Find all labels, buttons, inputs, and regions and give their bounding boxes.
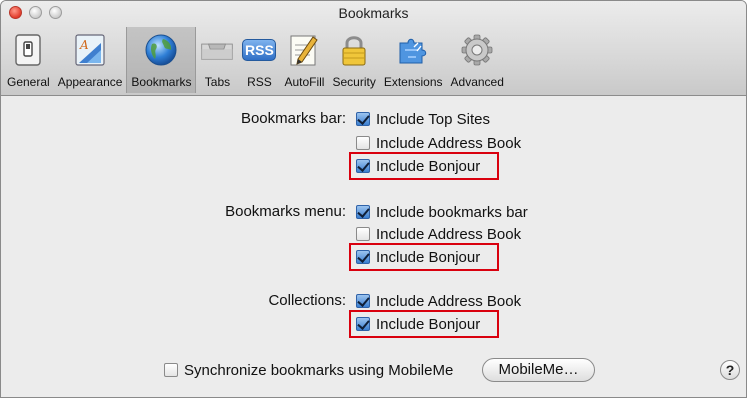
checkbox-label: Include Top Sites — [376, 110, 490, 128]
checkbox[interactable] — [356, 205, 370, 219]
tab-security-label: Security — [332, 75, 376, 89]
puzzle-icon — [396, 33, 430, 67]
globe-icon — [144, 33, 178, 67]
checkbox-label: Synchronize bookmarks using MobileMe — [184, 361, 454, 379]
tab-appearance[interactable]: A Appearance — [54, 27, 127, 93]
checkbox-label: Include Address Book — [376, 292, 522, 310]
mobileme-button[interactable]: MobileMe… — [482, 358, 595, 382]
tab-advanced-label: Advanced — [450, 75, 504, 89]
tab-autofill[interactable]: AutoFill — [280, 27, 328, 93]
gear-icon — [460, 33, 494, 67]
bookmarks-menu-bookmarks-bar-checkbox[interactable]: Include bookmarks bar — [356, 202, 528, 222]
tab-advanced[interactable]: Advanced — [447, 27, 508, 93]
tab-general-label: General — [7, 75, 50, 89]
tabs-icon — [200, 33, 234, 67]
bookmarks-panel: Bookmarks bar: Include Top Sites Include… — [1, 96, 746, 397]
tab-rss[interactable]: RSS RSS — [238, 27, 280, 93]
bookmarks-bar-top-sites-checkbox[interactable]: Include Top Sites — [356, 109, 490, 129]
tab-extensions-label: Extensions — [383, 75, 443, 89]
tab-extensions[interactable]: Extensions — [380, 27, 447, 93]
bookmarks-bar-label: Bookmarks bar: — [240, 110, 346, 127]
collections-label: Collections: — [268, 292, 346, 309]
rss-icon: RSS — [242, 33, 277, 67]
pencil-icon — [287, 33, 321, 67]
appearance-icon: A — [73, 33, 107, 67]
highlight-box — [349, 310, 499, 338]
sync-mobileme-checkbox[interactable]: Synchronize bookmarks using MobileMe — [164, 360, 453, 380]
preferences-toolbar: General A Appearance Bookmarks Tabs RSS … — [3, 27, 508, 95]
bookmarks-menu-label: Bookmarks menu: — [225, 203, 346, 220]
preferences-window: Bookmarks General A Appearance Bookmarks — [0, 0, 747, 398]
checkbox[interactable] — [164, 363, 178, 377]
title-bar: Bookmarks General A Appearance Bookmarks — [1, 1, 746, 96]
bookmarks-bar-address-book-checkbox[interactable]: Include Address Book — [356, 133, 521, 153]
tab-tabs-label: Tabs — [204, 75, 231, 89]
rss-icon-text: RSS — [242, 39, 277, 61]
switch-icon — [11, 33, 45, 67]
tab-bookmarks[interactable]: Bookmarks — [126, 27, 197, 93]
checkbox-label: Include Address Book — [376, 134, 522, 152]
checkbox[interactable] — [356, 294, 370, 308]
highlight-box — [349, 152, 499, 180]
tab-general[interactable]: General — [3, 27, 54, 93]
tab-appearance-label: Appearance — [57, 75, 123, 89]
checkbox[interactable] — [356, 136, 370, 150]
svg-text:A: A — [79, 38, 89, 52]
help-button[interactable]: ? — [720, 360, 740, 380]
bookmarks-menu-address-book-checkbox[interactable]: Include Address Book — [356, 224, 521, 244]
checkbox-label: Include bookmarks bar — [376, 203, 528, 221]
checkbox-label: Include Address Book — [376, 225, 522, 243]
tab-tabs[interactable]: Tabs — [196, 27, 238, 93]
collections-address-book-checkbox[interactable]: Include Address Book — [356, 291, 521, 311]
checkbox[interactable] — [356, 227, 370, 241]
tab-security[interactable]: Security — [328, 27, 379, 93]
tab-rss-label: RSS — [247, 75, 272, 89]
lock-icon — [337, 33, 371, 67]
checkbox[interactable] — [356, 112, 370, 126]
window-title: Bookmarks — [338, 5, 409, 21]
tab-autofill-label: AutoFill — [284, 75, 325, 89]
tab-bookmarks-label: Bookmarks — [131, 75, 192, 89]
highlight-box — [349, 243, 499, 271]
